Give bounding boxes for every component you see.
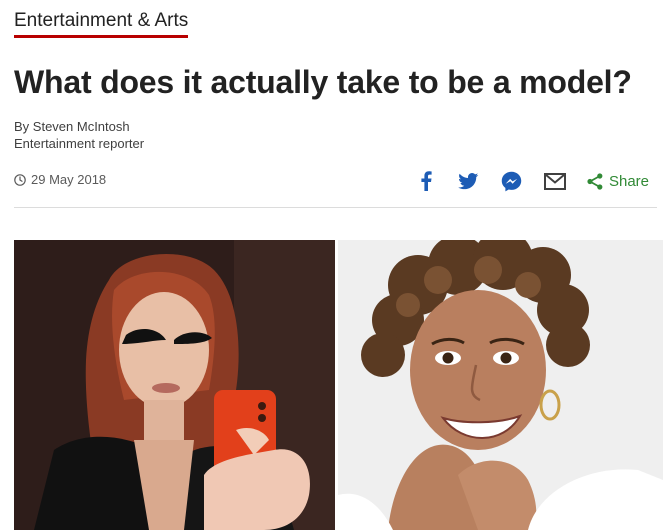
section-link-entertainment-arts[interactable]: Entertainment & Arts (14, 10, 189, 38)
meta-divider (14, 207, 657, 208)
facebook-icon[interactable] (415, 170, 437, 192)
author-role: Entertainment reporter (14, 136, 145, 151)
twitter-icon[interactable] (458, 170, 480, 192)
email-icon[interactable] (543, 170, 566, 192)
publish-date-text: 29 May 2018 (31, 172, 107, 187)
author-name: By Steven McIntosh (14, 119, 130, 134)
share-bar: Share (394, 170, 649, 192)
messenger-icon[interactable] (501, 170, 523, 192)
byline: By Steven McIntosh Entertainment reporte… (14, 118, 144, 152)
share-label: Share (608, 172, 649, 190)
photo-model-selfie (14, 240, 335, 530)
share-icon (587, 172, 603, 190)
publish-date: 29 May 2018 (14, 172, 106, 187)
article-headline: What does it actually take to be a model… (14, 64, 632, 100)
article-meta-row: 29 May 2018 Share (14, 170, 649, 192)
share-button[interactable]: Share (587, 173, 649, 190)
photo-model-smiling (338, 240, 663, 530)
clock-icon (14, 173, 26, 186)
